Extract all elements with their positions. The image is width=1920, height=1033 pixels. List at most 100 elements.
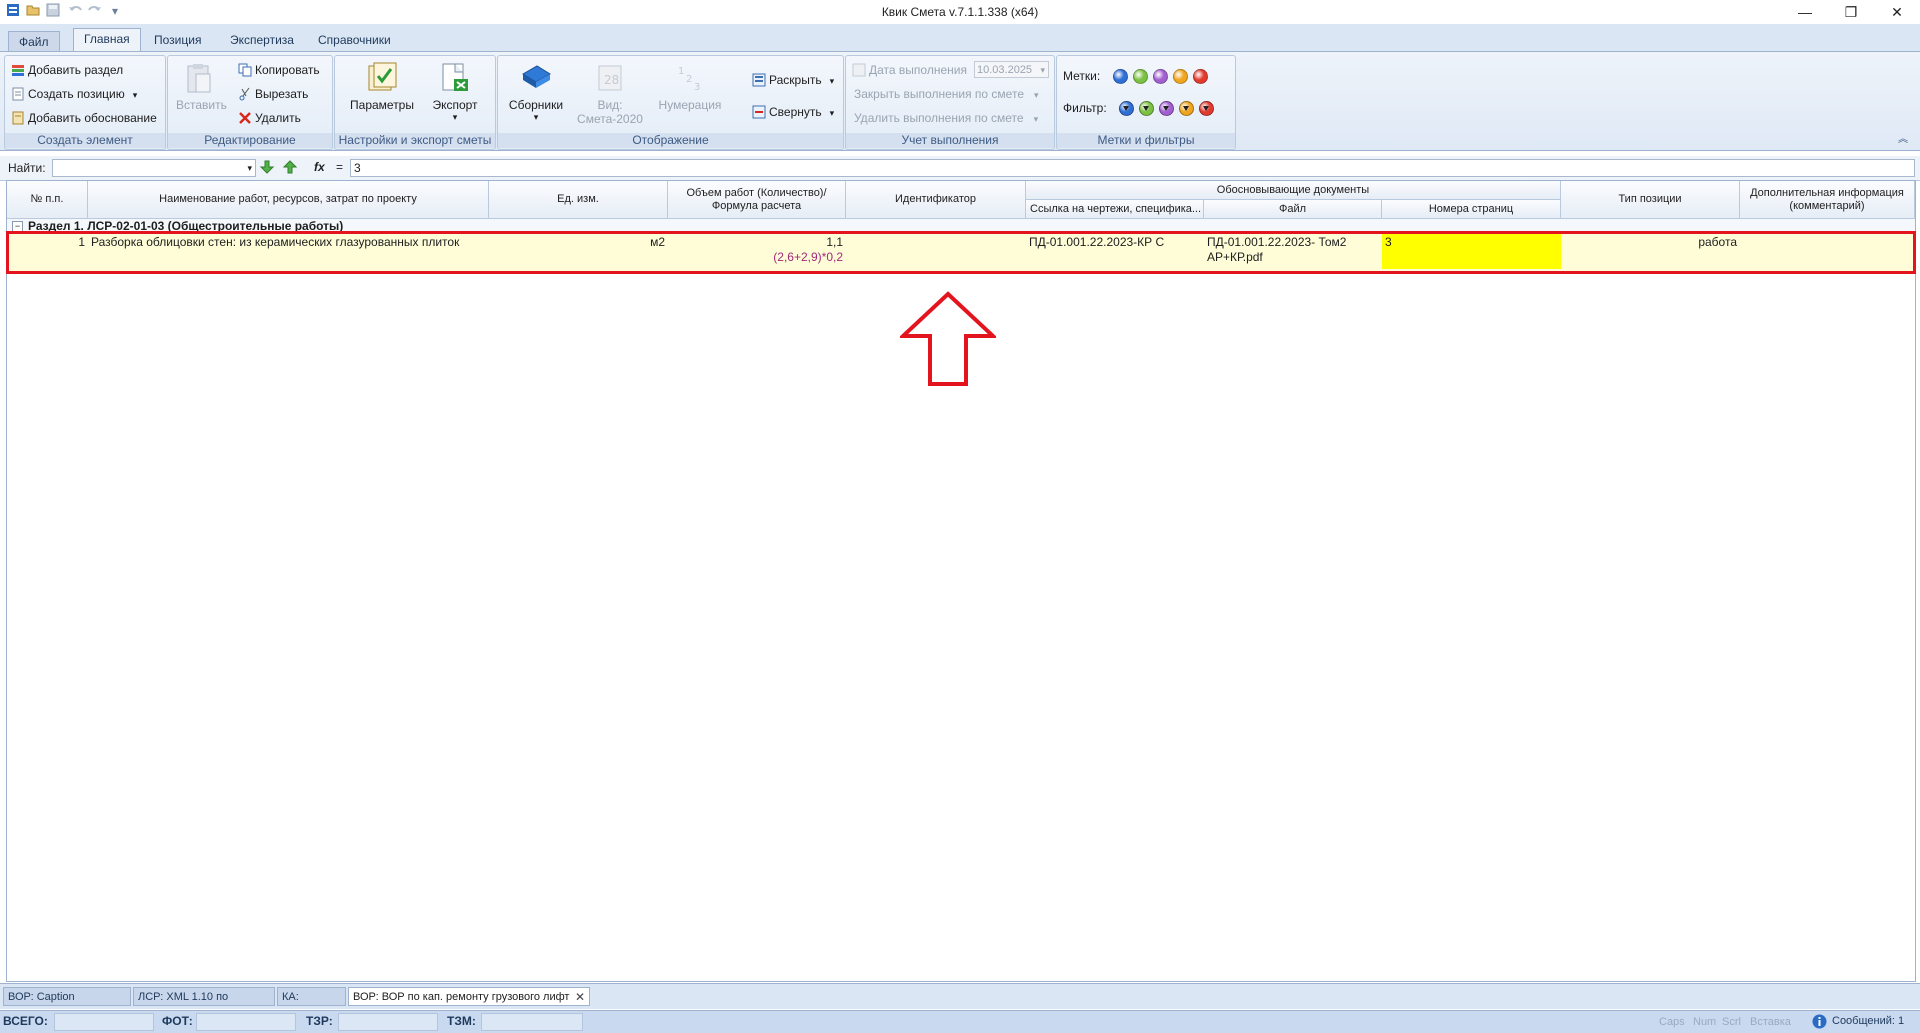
- delete-label: Удалить: [255, 111, 301, 125]
- copy-button[interactable]: Копировать: [238, 60, 320, 80]
- checkbox-icon: [852, 63, 866, 77]
- view-button[interactable]: 28 Вид: Смета-2020: [574, 62, 646, 126]
- tzm-value: [481, 1013, 583, 1031]
- close-tab-icon[interactable]: ✕: [575, 988, 585, 1007]
- tab-references[interactable]: Справочники: [308, 30, 401, 50]
- find-input[interactable]: ▾: [52, 159, 256, 177]
- filter-color-icon[interactable]: [1159, 101, 1174, 116]
- expand-icon: [752, 73, 766, 87]
- export-button[interactable]: Экспорт ▾: [427, 62, 483, 123]
- restore-button[interactable]: ❐: [1828, 0, 1874, 24]
- close-execution-button[interactable]: Закрыть выполнения по смете ▾: [854, 84, 1039, 104]
- filter-color-icon[interactable]: [1139, 101, 1154, 116]
- filter-color-icon[interactable]: [1179, 101, 1194, 116]
- tab-position[interactable]: Позиция: [144, 30, 211, 50]
- formula-input[interactable]: 3: [350, 159, 1915, 177]
- messages-count[interactable]: Сообщений: 1: [1832, 1015, 1904, 1027]
- minimize-button[interactable]: —: [1782, 0, 1828, 24]
- tab-home[interactable]: Главная: [73, 28, 141, 52]
- doc-tab-1[interactable]: ВОР: Caption (Comment): [3, 987, 131, 1022]
- ribbon: Добавить раздел Создать позицию ▾ Добавит…: [0, 51, 1920, 151]
- cell-position-type[interactable]: работа: [1561, 233, 1740, 252]
- execution-date-checkbox[interactable]: Дата выполнения: [852, 60, 967, 80]
- chevron-down-icon: ▾: [533, 112, 539, 122]
- cell-num[interactable]: 1: [7, 233, 88, 252]
- doc-tab-2[interactable]: ЛСР: XML 1.10 по статьям: [133, 987, 275, 1022]
- add-section-button[interactable]: Добавить раздел: [11, 60, 123, 80]
- header-position-type[interactable]: Тип позиции: [1561, 181, 1740, 219]
- collapse-button[interactable]: Свернуть ▾: [752, 102, 834, 122]
- tab-expertise[interactable]: Экспертиза: [220, 30, 304, 50]
- create-position-button[interactable]: Создать позицию ▾: [11, 84, 137, 104]
- tab-file[interactable]: Файл: [8, 31, 60, 51]
- collections-button[interactable]: Сборники ▾: [504, 62, 568, 123]
- parameters-button[interactable]: Параметры: [347, 62, 417, 112]
- mark-color-dot[interactable]: [1173, 69, 1188, 84]
- header-doc-link[interactable]: Ссылка на чертежи, специфика...: [1026, 200, 1204, 219]
- header-identifier[interactable]: Идентификатор: [846, 181, 1026, 219]
- cut-label: Вырезать: [255, 87, 309, 101]
- chevron-down-icon: ▾: [829, 76, 835, 86]
- parameters-icon: [366, 62, 398, 94]
- tzm-label: ТЗМ:: [447, 1014, 476, 1028]
- section-row[interactable]: − Раздел 1. ЛСР-02-01-03 (Общестроительн…: [7, 219, 1915, 233]
- parameters-label: Параметры: [350, 98, 414, 112]
- cell-unit[interactable]: м2: [489, 233, 668, 252]
- execution-date-value: 10.03.2025: [977, 64, 1033, 76]
- mark-color-dot[interactable]: [1113, 69, 1128, 84]
- doc-tab-3[interactable]: КА: 10000/5: [277, 987, 346, 1022]
- cell-doc-file[interactable]: ПД-01.001.22.2023- Том2 АР+КР.pdf: [1204, 233, 1382, 267]
- cell-doc-link[interactable]: ПД-01.001.22.2023-КР С: [1026, 233, 1204, 252]
- numbering-button[interactable]: 123 Нумерация: [652, 62, 728, 112]
- group-edit: Вставить Копировать Вырезать Удалить Ред…: [167, 55, 333, 150]
- ribbon-tab-bar: Файл Главная Позиция Экспертиза Справочн…: [0, 24, 1920, 52]
- numbering-label: Нумерация: [658, 98, 722, 112]
- funnel-icon: [1203, 106, 1209, 111]
- cell-identifier[interactable]: [846, 233, 1026, 237]
- export-label: Экспорт: [432, 98, 478, 112]
- add-justification-button[interactable]: Добавить обоснование: [11, 108, 157, 128]
- header-num[interactable]: № п.п.: [7, 181, 88, 219]
- funnel-icon: [1123, 106, 1129, 111]
- group-settings: Параметры Экспорт ▾ Настройки и экспорт …: [334, 55, 496, 150]
- window-title: Квик Смета v.7.1.1.338 (x64): [881, 5, 1039, 19]
- header-name[interactable]: Наименование работ, ресурсов, затрат по …: [88, 181, 489, 219]
- header-unit[interactable]: Ед. изм.: [489, 181, 668, 219]
- section-collapse-toggle[interactable]: −: [12, 221, 23, 232]
- table-row[interactable]: 1 Разборка облицовки стен: из керамическ…: [7, 233, 1915, 271]
- header-extra-info[interactable]: Дополнительная информация (комментарий): [1740, 181, 1915, 219]
- cell-name[interactable]: Разборка облицовки стен: из керамических…: [88, 233, 489, 252]
- chevron-down-icon[interactable]: ▾: [247, 160, 252, 176]
- fx-icon[interactable]: fx: [314, 160, 325, 174]
- delete-button[interactable]: Удалить: [238, 108, 301, 128]
- mark-color-dot[interactable]: [1153, 69, 1168, 84]
- total-value: [54, 1013, 154, 1031]
- mark-color-dot[interactable]: [1133, 69, 1148, 84]
- find-prev-icon[interactable]: [282, 159, 298, 178]
- cell-doc-pages[interactable]: 3: [1382, 233, 1561, 269]
- header-docs-group: Обосновывающие документы: [1026, 181, 1561, 200]
- header-volume[interactable]: Объем работ (Количество)/ Формула расчет…: [668, 181, 846, 219]
- filter-color-icon[interactable]: [1119, 101, 1134, 116]
- mark-color-dot[interactable]: [1193, 69, 1208, 84]
- collapse-label: Свернуть: [769, 105, 822, 119]
- delete-execution-button[interactable]: Удалить выполнения по смете ▾: [854, 108, 1038, 128]
- execution-date-picker[interactable]: 10.03.2025 ▾: [974, 61, 1049, 78]
- collections-label: Сборники: [508, 98, 564, 112]
- chevron-down-icon: ▾: [1040, 65, 1045, 75]
- expand-button[interactable]: Раскрыть ▾: [752, 70, 834, 90]
- header-doc-pages[interactable]: Номера страниц: [1382, 200, 1561, 219]
- cut-button[interactable]: Вырезать: [238, 84, 308, 104]
- header-doc-file[interactable]: Файл: [1204, 200, 1382, 219]
- info-icon[interactable]: [1812, 1014, 1827, 1032]
- close-button[interactable]: ✕: [1874, 0, 1920, 24]
- filter-color-icon[interactable]: [1199, 101, 1214, 116]
- cell-extra-info[interactable]: [1740, 233, 1915, 237]
- collapse-ribbon-icon[interactable]: ︽: [1898, 130, 1908, 145]
- find-next-icon[interactable]: [259, 159, 275, 178]
- doc-tab-4[interactable]: ВОР: ВОР по кап. ремонту грузового лифт …: [348, 987, 590, 1006]
- cell-volume[interactable]: 1,1 (2,6+2,9)*0,2: [668, 233, 846, 267]
- group-create-label: Создать элемент: [5, 133, 165, 148]
- paste-button[interactable]: Вставить: [176, 62, 227, 112]
- chevron-down-icon: ▾: [132, 90, 138, 100]
